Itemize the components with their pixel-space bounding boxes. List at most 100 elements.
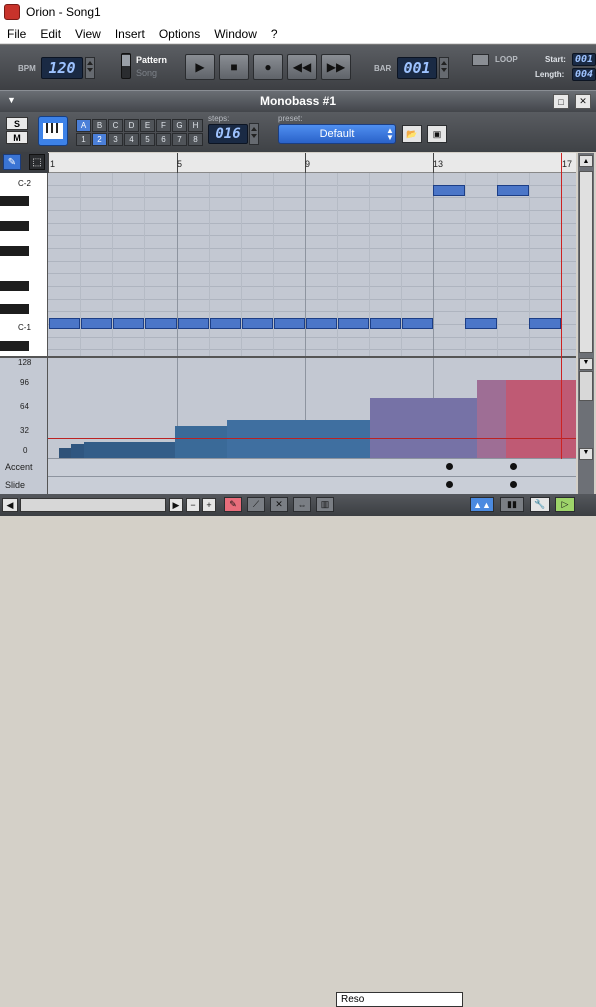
pattern-6[interactable]: 6 bbox=[156, 133, 171, 146]
pattern-c[interactable]: C bbox=[108, 119, 123, 132]
horizontal-scrollbar[interactable] bbox=[20, 498, 166, 512]
note[interactable] bbox=[49, 318, 80, 329]
pattern-4[interactable]: 4 bbox=[124, 133, 139, 146]
menu-window[interactable]: Window bbox=[207, 27, 264, 41]
length-display[interactable]: 004 bbox=[572, 68, 596, 81]
pattern-h[interactable]: H bbox=[188, 119, 203, 132]
pattern-a[interactable]: A bbox=[76, 119, 91, 132]
note[interactable] bbox=[178, 318, 209, 329]
pattern-1[interactable]: 1 bbox=[76, 133, 91, 146]
link-button[interactable]: ▷ bbox=[555, 497, 575, 512]
note[interactable] bbox=[210, 318, 241, 329]
menu-options[interactable]: Options bbox=[152, 27, 207, 41]
erase-button[interactable]: ✕ bbox=[270, 497, 288, 512]
pattern-song-switch[interactable] bbox=[121, 53, 131, 79]
slide-marker[interactable] bbox=[510, 481, 517, 488]
bpm-spinner[interactable] bbox=[85, 57, 95, 79]
pattern-mode-label[interactable]: Pattern bbox=[136, 55, 167, 65]
accent-lane[interactable] bbox=[48, 458, 576, 476]
note-scroll-thumb[interactable] bbox=[579, 171, 593, 353]
hscroll-left-icon[interactable]: ◀ bbox=[2, 498, 18, 512]
note[interactable] bbox=[465, 318, 497, 329]
note[interactable] bbox=[529, 318, 561, 329]
restore-button[interactable]: □ bbox=[553, 94, 569, 109]
steps-spinner[interactable] bbox=[249, 123, 259, 145]
note[interactable] bbox=[402, 318, 433, 329]
pattern-7[interactable]: 7 bbox=[172, 133, 187, 146]
note[interactable] bbox=[274, 318, 305, 329]
draw-mode-button[interactable]: ✎ bbox=[224, 497, 242, 512]
bar-view-button[interactable]: ▮▮ bbox=[500, 497, 524, 512]
note[interactable] bbox=[113, 318, 144, 329]
lane-scroll-thumb[interactable] bbox=[579, 371, 593, 401]
black-key[interactable] bbox=[0, 281, 29, 291]
note[interactable] bbox=[338, 318, 369, 329]
zoom-in-button[interactable]: + bbox=[202, 498, 216, 512]
preset-select[interactable]: Default bbox=[278, 124, 396, 144]
velocity-bar[interactable] bbox=[477, 380, 507, 458]
black-key[interactable] bbox=[0, 221, 29, 231]
curve-view-button[interactable]: ▲▲ bbox=[470, 497, 494, 512]
black-key[interactable] bbox=[0, 246, 29, 256]
note[interactable] bbox=[497, 185, 529, 196]
pattern-5[interactable]: 5 bbox=[140, 133, 155, 146]
steps-display[interactable]: 016 bbox=[208, 124, 248, 144]
rewind-button[interactable]: ◀◀ bbox=[287, 54, 317, 80]
pattern-2[interactable]: 2 bbox=[92, 133, 107, 146]
pattern-b[interactable]: B bbox=[92, 119, 107, 132]
zoom-out-button[interactable]: − bbox=[186, 498, 200, 512]
note[interactable] bbox=[81, 318, 112, 329]
draw-tool-button[interactable]: ✎ bbox=[3, 154, 21, 170]
stretch-button[interactable]: ⇔ bbox=[293, 497, 311, 512]
pattern-f[interactable]: F bbox=[156, 119, 171, 132]
velocity-bar[interactable] bbox=[506, 380, 576, 458]
menu-edit[interactable]: Edit bbox=[33, 27, 68, 41]
preset-spinner-icon[interactable]: ▲ ▼ bbox=[386, 127, 394, 142]
line-tool-button[interactable]: ⟋ bbox=[247, 497, 265, 512]
mute-button[interactable]: M bbox=[6, 131, 28, 144]
close-button[interactable]: ✕ bbox=[575, 94, 591, 109]
fast-forward-button[interactable]: ▶▶ bbox=[321, 54, 351, 80]
lane-scroll-down-icon[interactable]: ▼ bbox=[579, 448, 593, 460]
note-grid[interactable] bbox=[48, 173, 576, 356]
velocity-bar[interactable] bbox=[227, 420, 371, 458]
pattern-3[interactable]: 3 bbox=[108, 133, 123, 146]
menu-help[interactable]: ? bbox=[264, 27, 285, 41]
bpm-display[interactable]: 120 bbox=[41, 57, 83, 79]
solo-button[interactable]: S bbox=[6, 117, 28, 130]
vertical-scrollbar[interactable]: ▲ ▼ ▲ ▼ bbox=[578, 153, 594, 513]
pattern-g[interactable]: G bbox=[172, 119, 187, 132]
accent-marker[interactable] bbox=[446, 463, 453, 470]
scroll-up-icon[interactable]: ▲ bbox=[579, 155, 593, 167]
pattern-e[interactable]: E bbox=[140, 119, 155, 132]
record-button[interactable]: ● bbox=[253, 54, 283, 80]
note[interactable] bbox=[433, 185, 465, 196]
black-key[interactable] bbox=[0, 304, 29, 314]
hscroll-right-icon[interactable]: ▶ bbox=[169, 498, 183, 512]
piano-keyboard[interactable]: C-2 C-1 bbox=[0, 173, 48, 356]
loop-toggle[interactable] bbox=[472, 54, 489, 66]
start-display[interactable]: 001 bbox=[572, 53, 596, 66]
timeline-ruler[interactable]: 1 5 9 13 17 bbox=[48, 153, 576, 173]
parameter-select[interactable]: Reso bbox=[336, 992, 463, 1007]
menu-insert[interactable]: Insert bbox=[108, 27, 152, 41]
menu-view[interactable]: View bbox=[68, 27, 108, 41]
settings-button[interactable]: 🔧 bbox=[530, 497, 550, 512]
black-key[interactable] bbox=[0, 341, 29, 351]
song-mode-label[interactable]: Song bbox=[136, 68, 157, 78]
bar-display[interactable]: 001 bbox=[397, 57, 437, 79]
velocity-bar[interactable] bbox=[84, 442, 177, 458]
velocity-bar[interactable] bbox=[175, 426, 227, 458]
scroll-down-icon[interactable]: ▼ bbox=[579, 358, 593, 370]
note[interactable] bbox=[306, 318, 337, 329]
save-preset-button[interactable]: ▣ bbox=[427, 125, 447, 143]
velocity-lane[interactable] bbox=[48, 358, 576, 458]
velocity-bar[interactable] bbox=[370, 398, 477, 458]
menu-file[interactable]: File bbox=[0, 27, 33, 41]
bars-view-button[interactable]: ▥ bbox=[316, 497, 334, 512]
note[interactable] bbox=[242, 318, 273, 329]
pattern-d[interactable]: D bbox=[124, 119, 139, 132]
open-preset-button[interactable]: 📂 bbox=[402, 125, 422, 143]
accent-marker[interactable] bbox=[510, 463, 517, 470]
note[interactable] bbox=[145, 318, 177, 329]
